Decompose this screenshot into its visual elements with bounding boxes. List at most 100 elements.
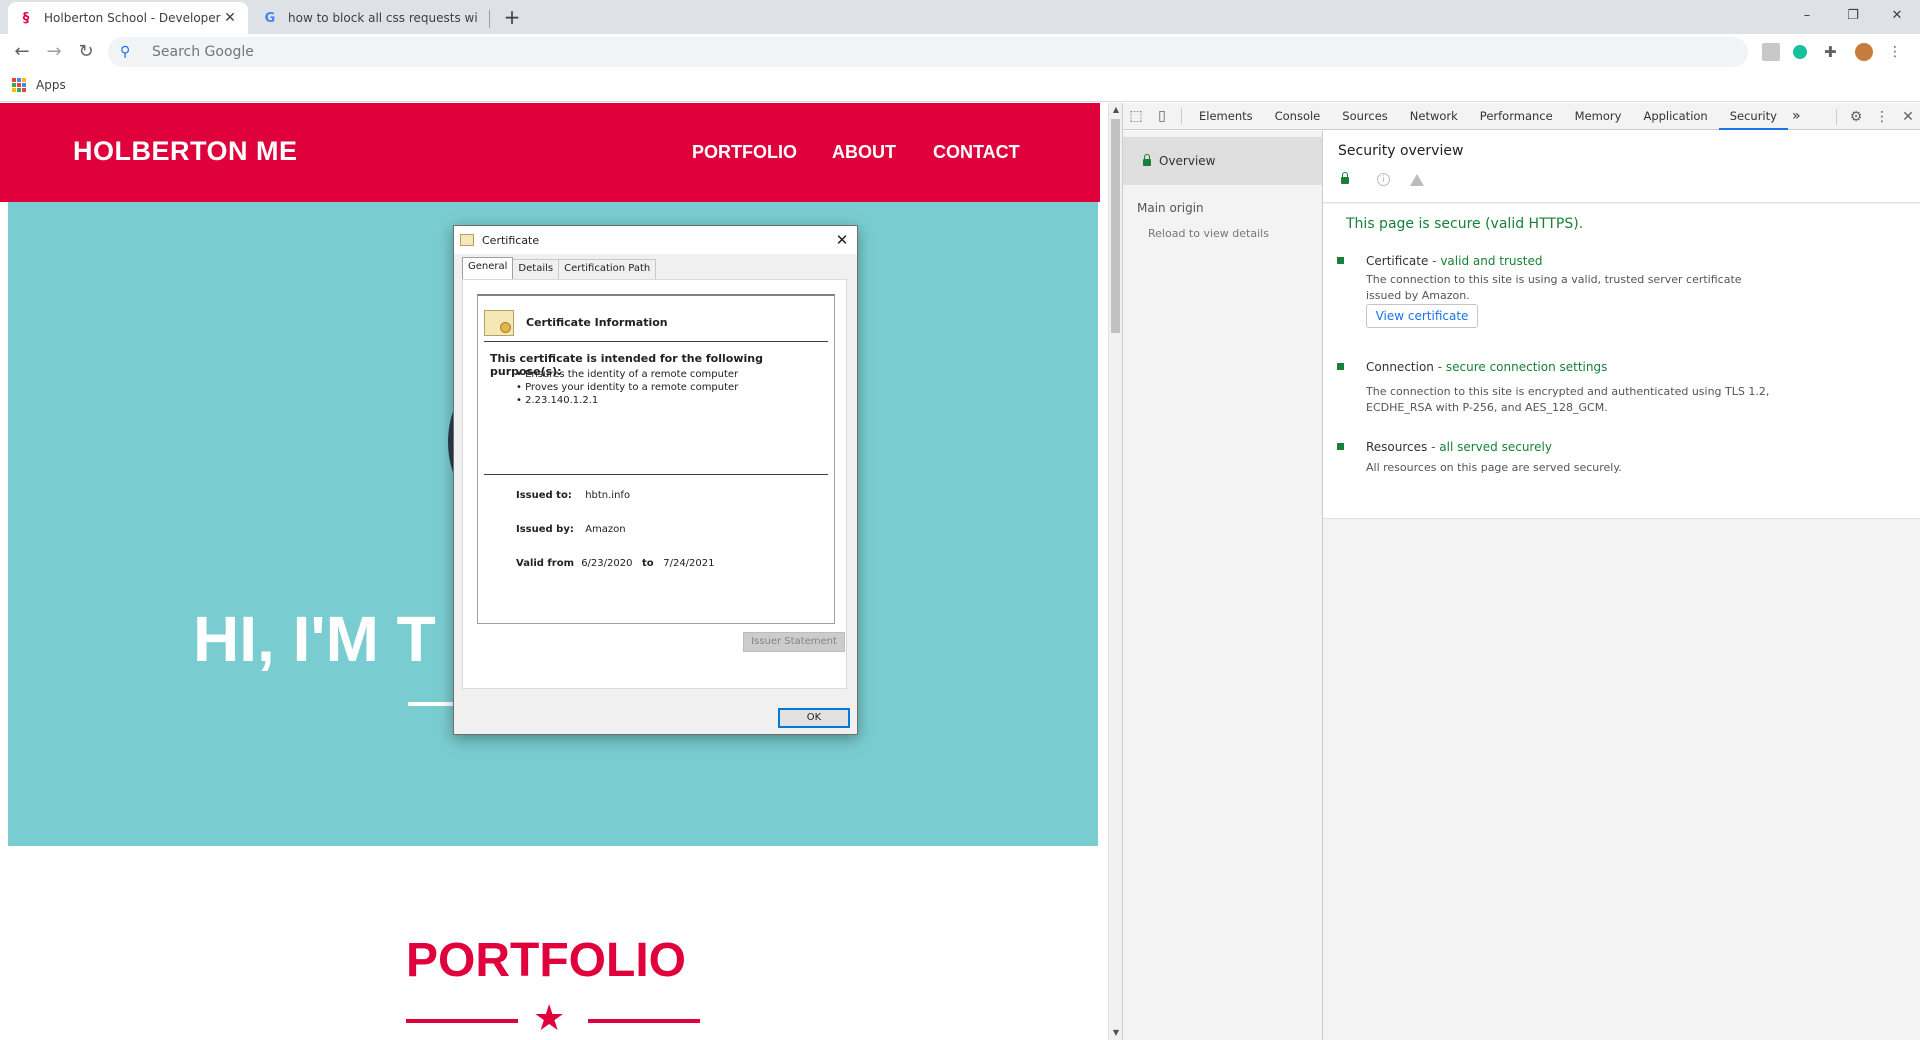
settings-gear-icon[interactable]: ⚙ [1843,109,1869,125]
profile-avatar-icon[interactable] [1855,43,1873,61]
secure-lock-icon [1341,172,1349,184]
scroll-thumb[interactable] [1111,119,1120,333]
forward-button[interactable]: → [42,40,66,64]
divider-line-right [588,1019,700,1023]
address-input[interactable] [152,44,1652,60]
window-close-button[interactable]: ✕ [1874,0,1920,30]
reload-button[interactable]: ↻ [74,40,98,64]
tab-console[interactable]: Console [1264,103,1332,130]
status-bullet [1337,363,1344,370]
valid-row: Valid from 6/23/2020 to 7/24/2021 [516,558,715,569]
tab-title: how to block all css requests wit [288,11,477,25]
dialog-close-icon[interactable]: ✕ [827,231,857,249]
info-divider [484,474,828,475]
issued-to-label: Issued to: [516,490,572,501]
devtools-panel: ⬚ ▯ Elements Console Sources Network Per… [1122,103,1920,1040]
tab-general[interactable]: General [462,257,514,279]
issued-to-row: Issued to: hbtn.info [516,490,630,501]
info-header: Certificate Information [484,304,828,342]
security-state-icons: i [1341,172,1424,186]
resources-title: Resources [1366,440,1428,454]
star-icon: ★ [533,998,566,1039]
tab-details[interactable]: Details [512,259,560,279]
toolbar-separator [1181,108,1182,124]
dialog-title: Certificate [482,233,540,247]
holberton-favicon-icon: § [22,10,30,26]
close-tab-icon[interactable]: ✕ [222,10,238,26]
puzzle-extensions-icon[interactable]: ✚ [1824,43,1842,61]
tab-strip: § Holberton School - Developer to ✕ G ho… [0,0,1920,34]
lock-icon [1143,153,1151,166]
site-navbar: HOLBERTON ME PORTFOLIO ABOUT CONTACT [0,103,1100,202]
devtools-toolbar: ⬚ ▯ Elements Console Sources Network Per… [1123,103,1920,130]
certificate-section: Certificate - valid and trusted The conn… [1337,254,1897,334]
more-tabs-icon[interactable]: » [1788,103,1805,130]
nav-portfolio[interactable]: PORTFOLIO [692,142,797,163]
tab-security[interactable]: Security [1718,103,1788,130]
extension-icon[interactable] [1762,43,1780,61]
omnibox[interactable]: ⚲ [108,37,1748,67]
security-summary: This page is secure (valid HTTPS). [1346,216,1584,232]
issuer-statement-button[interactable]: Issuer Statement [743,632,845,652]
tab-sources[interactable]: Sources [1331,103,1399,130]
bookmarks-bar: Apps [0,70,1920,102]
device-toolbar-icon[interactable]: ▯ [1149,108,1175,124]
scroll-up-arrow-icon[interactable]: ▲ [1109,103,1123,117]
browser-tab-google[interactable]: G how to block all css requests wit [252,2,487,34]
valid-to-value: 7/24/2021 [663,558,715,569]
tab-application[interactable]: Application [1632,103,1718,130]
tab-network[interactable]: Network [1399,103,1469,130]
certificate-icon [460,234,474,246]
devtools-close-icon[interactable]: ✕ [1895,109,1920,125]
browser-tab-holberton[interactable]: § Holberton School - Developer to ✕ [8,2,248,34]
nav-about[interactable]: ABOUT [832,142,896,163]
back-button[interactable]: ← [10,40,34,64]
devtools-menu-icon[interactable]: ⋮ [1869,109,1895,125]
security-details: This page is secure (valid HTTPS). Certi… [1323,204,1920,519]
resources-status: - all served securely [1431,440,1552,454]
menu-icon[interactable]: ⋮ [1888,43,1906,61]
tab-memory[interactable]: Memory [1564,103,1633,130]
ok-button[interactable]: OK [778,708,850,728]
certificate-large-icon [484,309,514,336]
grammarly-extension-icon[interactable] [1793,45,1807,59]
search-icon: ⚲ [120,44,131,60]
google-favicon-icon: G [264,10,276,26]
status-bullet [1337,443,1344,450]
site-brand[interactable]: HOLBERTON ME [73,136,298,167]
security-title: Security overview [1338,143,1464,159]
browser-toolbar: ← → ↻ ⚲ ✚ ⋮ [0,34,1920,70]
minimize-button[interactable]: – [1784,0,1830,30]
divider-line-left [406,1019,518,1023]
certificate-title: Certificate [1366,254,1429,268]
certificate-description: The connection to this site is using a v… [1366,273,1742,302]
resources-section: Resources - all served securely All reso… [1337,440,1897,480]
inspect-element-icon[interactable]: ⬚ [1123,108,1149,124]
info-heading: Certificate Information [526,316,668,329]
valid-from-value: 6/23/2020 [581,558,633,569]
connection-status: - secure connection settings [1437,360,1608,374]
purpose-item: Ensures the identity of a remote compute… [516,368,738,381]
issued-by-label: Issued by: [516,524,574,535]
certificate-dialog: Certificate ✕ General Details Certificat… [453,225,858,735]
purpose-item: Proves your identity to a remote compute… [516,381,738,394]
issued-by-row: Issued by: Amazon [516,524,626,535]
scroll-down-arrow-icon[interactable]: ▼ [1109,1026,1123,1040]
nav-contact[interactable]: CONTACT [933,142,1020,163]
certificate-label: Certificate - valid and trusted [1366,254,1542,268]
restore-button[interactable]: ❐ [1830,0,1876,30]
purpose-list: Ensures the identity of a remote compute… [516,368,738,407]
tab-certification-path[interactable]: Certification Path [558,259,657,279]
dialog-titlebar[interactable]: Certificate ✕ [454,226,857,254]
apps-grid-icon [12,78,26,92]
page-scrollbar[interactable]: ▲ ▼ [1108,103,1122,1040]
sidebar-overview-label: Overview [1159,154,1216,168]
apps-shortcut[interactable]: Apps [12,78,66,92]
tab-elements[interactable]: Elements [1188,103,1264,130]
sidebar-reload-hint: Reload to view details [1148,227,1269,240]
new-tab-button[interactable]: + [500,6,524,30]
view-certificate-button[interactable]: View certificate [1366,304,1478,328]
tab-performance[interactable]: Performance [1469,103,1564,130]
connection-section: Connection - secure connection settings … [1337,360,1897,420]
sidebar-item-overview[interactable]: Overview [1123,137,1322,185]
